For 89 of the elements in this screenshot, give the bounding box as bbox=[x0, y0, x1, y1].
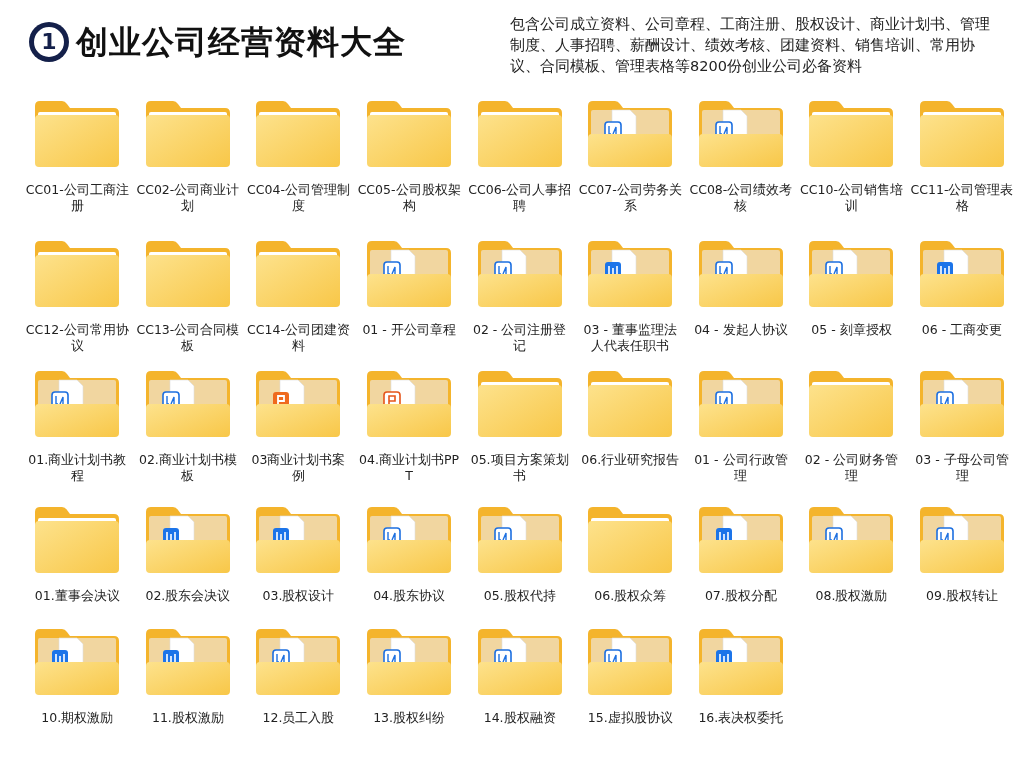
folder-icon[interactable] bbox=[254, 98, 343, 168]
folder-icon[interactable] bbox=[918, 368, 1007, 438]
folder-icon[interactable] bbox=[475, 238, 564, 308]
folder-icon[interactable] bbox=[365, 626, 454, 696]
folder-name[interactable]: CC01-公司工商注册 bbox=[25, 182, 130, 214]
folder-icon[interactable] bbox=[365, 238, 454, 308]
folder-name[interactable]: 02.股东会决议 bbox=[135, 588, 240, 604]
folder-name[interactable]: 01.商业计划书教程 bbox=[25, 452, 130, 484]
folder-icon[interactable] bbox=[475, 98, 564, 168]
folder-name[interactable]: CC14-公司团建资料 bbox=[246, 322, 351, 354]
folder-icon[interactable] bbox=[143, 504, 232, 574]
folder-icon[interactable] bbox=[696, 504, 785, 574]
folder-icon[interactable] bbox=[33, 98, 122, 168]
folder-icon[interactable] bbox=[807, 504, 896, 574]
folder-name[interactable]: CC04-公司管理制度 bbox=[246, 182, 351, 214]
folder-name[interactable]: CC13-公司合同模板 bbox=[135, 322, 240, 354]
folder-icon[interactable] bbox=[918, 504, 1007, 574]
folder-name[interactable]: 14.股权融资 bbox=[467, 710, 572, 726]
folder-name[interactable]: CC11-公司管理表格 bbox=[910, 182, 1015, 214]
folder-name[interactable]: 04.商业计划书PPT bbox=[357, 452, 462, 484]
folder-name[interactable]: 02.商业计划书模板 bbox=[135, 452, 240, 484]
folder-name[interactable]: CC10-公司销售培训 bbox=[799, 182, 904, 214]
folder-icon[interactable] bbox=[254, 238, 343, 308]
folder-name[interactable]: 03.股权设计 bbox=[246, 588, 351, 604]
folder-icon[interactable] bbox=[33, 238, 122, 308]
folder-name[interactable]: 06.股权众筹 bbox=[578, 588, 683, 604]
folder-name[interactable]: 01 - 公司行政管理 bbox=[688, 452, 793, 484]
folder-icon[interactable] bbox=[143, 238, 232, 308]
folder-name[interactable]: CC05-公司股权架构 bbox=[357, 182, 462, 214]
folder-name[interactable]: 02 - 公司财务管理 bbox=[799, 452, 904, 484]
folder-name[interactable]: 07.股权分配 bbox=[688, 588, 793, 604]
folder-icon[interactable] bbox=[586, 504, 675, 574]
folder-icon[interactable] bbox=[696, 238, 785, 308]
folder-name[interactable]: 04.股东协议 bbox=[357, 588, 462, 604]
folder-icon[interactable] bbox=[918, 98, 1007, 168]
folder-icon[interactable] bbox=[475, 626, 564, 696]
folder-name[interactable]: 05 - 刻章授权 bbox=[799, 322, 904, 338]
folder-name[interactable]: 10.期权激励 bbox=[25, 710, 130, 726]
folder-icon[interactable] bbox=[365, 98, 454, 168]
folder-icon[interactable] bbox=[475, 368, 564, 438]
folder-name[interactable]: 16.表决权委托 bbox=[688, 710, 793, 726]
folder-name[interactable]: CC02-公司商业计划 bbox=[135, 182, 240, 214]
folder-name[interactable]: CC06-公司人事招聘 bbox=[467, 182, 572, 214]
folder-name[interactable]: 03商业计划书案例 bbox=[246, 452, 351, 484]
folder-name[interactable]: 06 - 工商变更 bbox=[910, 322, 1015, 338]
folder-name[interactable]: 03 - 子母公司管理 bbox=[910, 452, 1015, 484]
folder-name[interactable]: 02 - 公司注册登记 bbox=[467, 322, 572, 354]
folder-name[interactable]: 11.股权激励 bbox=[135, 710, 240, 726]
folder-icon[interactable] bbox=[254, 504, 343, 574]
folder-name[interactable]: CC12-公司常用协议 bbox=[25, 322, 130, 354]
folder-icon[interactable] bbox=[33, 368, 122, 438]
description-text: 包含公司成立资料、公司章程、工商注册、股权设计、商业计划书、管理制度、人事招聘、薪酬设计、绩效考核、团建资料、销售培训、常用协议、合同模板、管理表格等8200份创业公司必备资料 bbox=[510, 15, 991, 76]
folder-name[interactable]: 05.项目方案策划书 bbox=[467, 452, 572, 484]
folder-icon[interactable] bbox=[254, 626, 343, 696]
folder-name[interactable]: 12.员工入股 bbox=[246, 710, 351, 726]
folder-icon[interactable] bbox=[696, 368, 785, 438]
folder-icon[interactable] bbox=[365, 504, 454, 574]
folder-name[interactable]: CC08-公司绩效考核 bbox=[688, 182, 793, 214]
folder-icon[interactable] bbox=[696, 98, 785, 168]
folder-icon[interactable] bbox=[33, 504, 122, 574]
folder-icon[interactable] bbox=[586, 368, 675, 438]
folder-icon[interactable] bbox=[143, 626, 232, 696]
folder-name[interactable]: 09.股权转让 bbox=[910, 588, 1015, 604]
folder-name[interactable]: 06.行业研究报告 bbox=[578, 452, 683, 468]
folder-icon[interactable] bbox=[254, 368, 343, 438]
folder-icon[interactable] bbox=[807, 238, 896, 308]
folder-icon[interactable] bbox=[33, 626, 122, 696]
folder-name[interactable]: 04 - 发起人协议 bbox=[688, 322, 793, 338]
folder-name[interactable]: CC07-公司劳务关系 bbox=[578, 182, 683, 214]
folder-name[interactable]: 01 - 开公司章程 bbox=[357, 322, 462, 338]
folder-icon[interactable] bbox=[143, 98, 232, 168]
folder-name[interactable]: 15.虚拟股协议 bbox=[578, 710, 683, 726]
folder-icon[interactable] bbox=[365, 368, 454, 438]
folder-icon[interactable] bbox=[918, 238, 1007, 308]
folder-icon[interactable] bbox=[475, 504, 564, 574]
folder-icon[interactable] bbox=[807, 368, 896, 438]
folder-icon[interactable] bbox=[696, 626, 785, 696]
folder-icon[interactable] bbox=[143, 368, 232, 438]
step-number-badge: 1 bbox=[30, 23, 68, 61]
folder-icon[interactable] bbox=[586, 98, 675, 168]
folder-icon[interactable] bbox=[586, 238, 675, 308]
folder-name[interactable]: 08.股权激励 bbox=[799, 588, 904, 604]
folder-name[interactable]: 05.股权代持 bbox=[467, 588, 572, 604]
folder-icon[interactable] bbox=[586, 626, 675, 696]
folder-name[interactable]: 01.董事会决议 bbox=[25, 588, 130, 604]
folder-name[interactable]: 03 - 董事监理法人代表任职书 bbox=[578, 322, 683, 354]
page-title: 创业公司经营资料大全 bbox=[76, 22, 406, 63]
folder-icon[interactable] bbox=[807, 98, 896, 168]
folder-name[interactable]: 13.股权纠纷 bbox=[357, 710, 462, 726]
